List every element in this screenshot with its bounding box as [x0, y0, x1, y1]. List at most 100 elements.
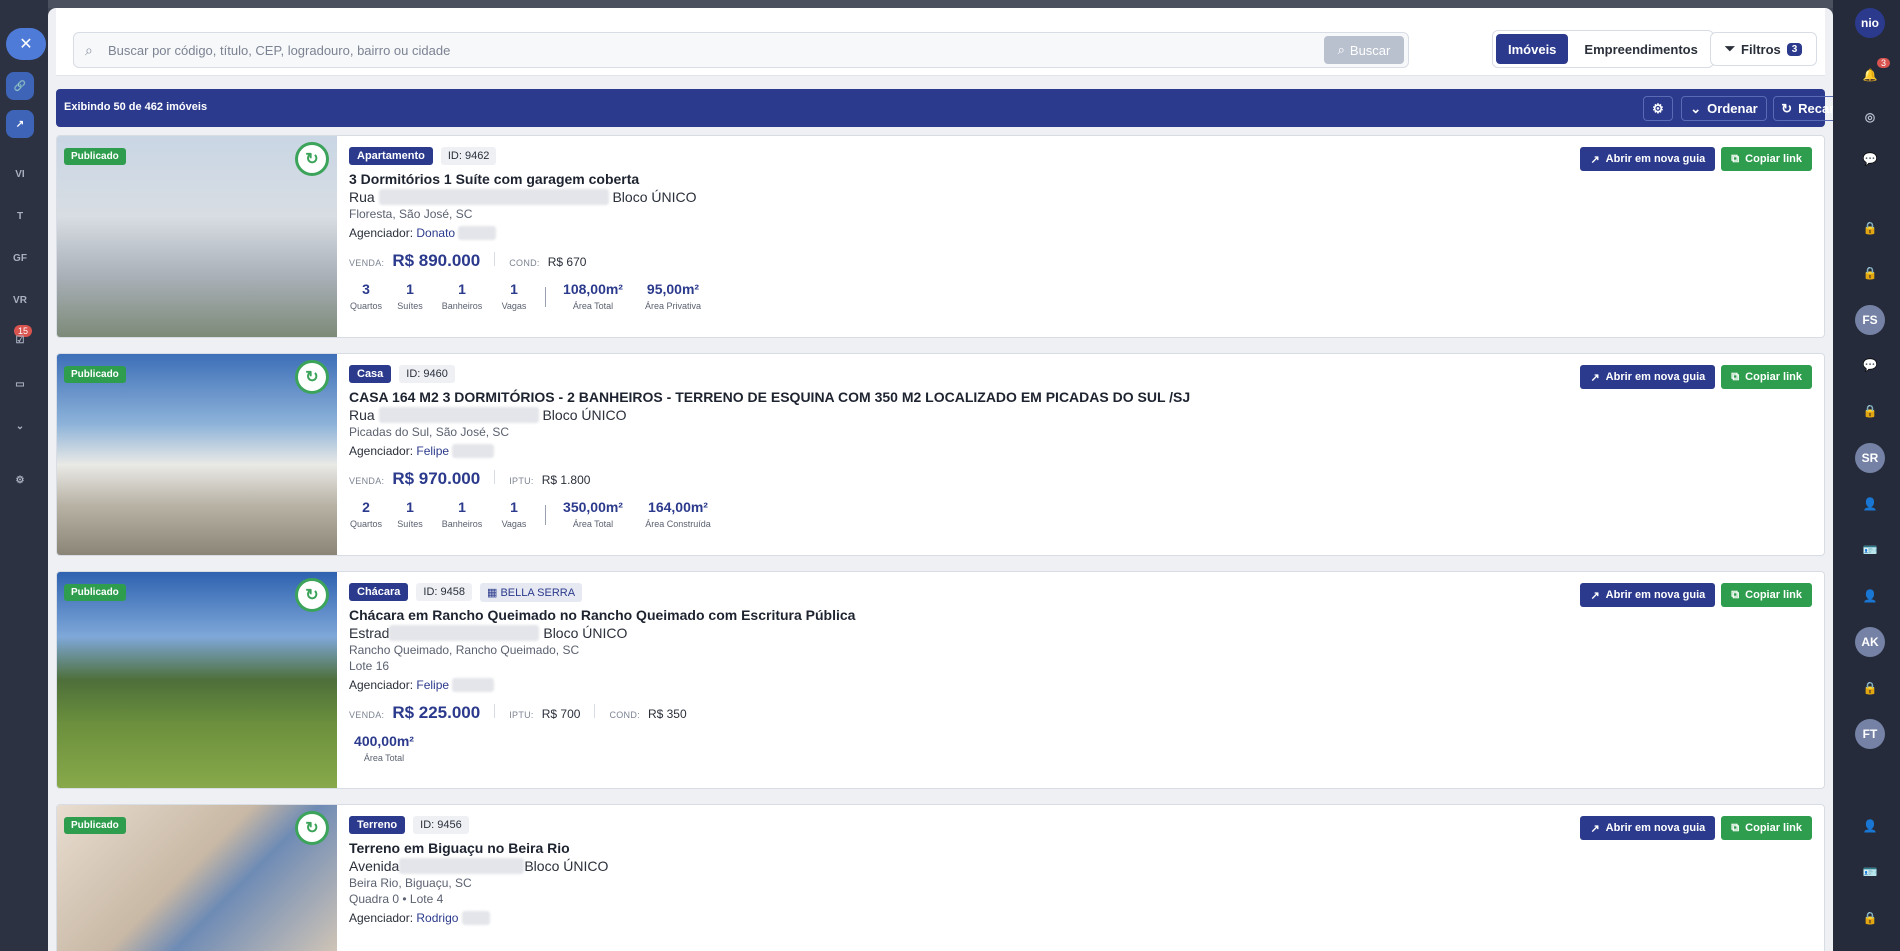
redacted-agent-surname: .: [461, 911, 490, 925]
open-new-tab-button[interactable]: ↗ Abrir em nova guia: [1580, 583, 1716, 607]
copy-icon: ⧉: [1731, 588, 1740, 601]
street-suffix: Bloco ÚNICO: [543, 625, 628, 641]
listing-address: Estrad. Bloco ÚNICO: [349, 625, 1549, 641]
lot-info: Lote 16: [349, 659, 390, 673]
avatar-ft[interactable]: FT: [1855, 719, 1885, 749]
copy-link-button[interactable]: ⧉ Copiar link: [1721, 147, 1812, 171]
contact-icon[interactable]: 👤: [1855, 489, 1885, 519]
open-new-tab-label: Abrir em nova guia: [1605, 371, 1706, 383]
stat-label: Quartos: [349, 519, 382, 529]
photo-avatar-icon[interactable]: 👤: [1855, 811, 1885, 841]
search-input[interactable]: [108, 33, 1208, 67]
street-suffix: Bloco ÚNICO: [612, 189, 697, 205]
lock-icon[interactable]: 🔒: [1855, 258, 1885, 288]
search-icon: ⌕: [85, 42, 93, 58]
message-icon[interactable]: 💬: [1855, 350, 1885, 380]
card-icon[interactable]: ▭: [6, 370, 34, 398]
id-card-icon[interactable]: 🪪: [1855, 535, 1885, 565]
agent-name[interactable]: Donato: [416, 226, 455, 240]
lock-icon[interactable]: 🔒: [1855, 396, 1885, 426]
agent-line: Agenciador: Felipe .: [349, 678, 1549, 692]
lock-icon[interactable]: 🔒: [1855, 673, 1885, 703]
fee-label: IPTU:: [509, 710, 534, 720]
stats-row: 3 Quartos 1 Suítes 1 Banheiros 1 Vagas 108,0…: [349, 281, 1549, 311]
neighborhood: Rancho Queimado, Rancho Queimado, SC: [349, 643, 580, 657]
area-label: Área Total: [363, 753, 405, 763]
copy-link-button[interactable]: ⧉ Copiar link: [1721, 583, 1812, 607]
stat-label: Quartos: [349, 301, 382, 311]
open-new-tab-button[interactable]: ↗ Abrir em nova guia: [1580, 365, 1716, 389]
external-link-icon: ↗: [1590, 371, 1600, 384]
copy-icon: ⧉: [1731, 821, 1740, 834]
avatar-sr[interactable]: SR: [1855, 443, 1885, 473]
agent-name[interactable]: Rodrigo: [416, 911, 458, 925]
order-button[interactable]: ⌄ Ordenar: [1681, 96, 1767, 121]
settings-button[interactable]: ⚙: [1643, 96, 1673, 121]
tasks-icon[interactable]: ☑: [6, 326, 34, 354]
fee-value: R$ 350: [647, 707, 687, 721]
copy-link-button[interactable]: ⧉ Copiar link: [1721, 365, 1812, 389]
chat-icon[interactable]: 💬: [1855, 144, 1885, 174]
close-modal-button[interactable]: ✕: [6, 28, 46, 60]
copy-link-label: Copiar link: [1745, 371, 1802, 383]
property-type-tag: Casa: [349, 365, 392, 383]
tab-empreendimentos[interactable]: Empreendimentos: [1572, 34, 1709, 64]
neighborhood: Floresta, São José, SC: [349, 207, 473, 221]
listing-photo[interactable]: Publicado ↻: [57, 136, 337, 337]
rail-item-4[interactable]: VR: [6, 286, 34, 314]
user-avatar[interactable]: nio: [1855, 8, 1885, 38]
avatar-ak[interactable]: AK: [1855, 627, 1885, 657]
listing-title[interactable]: CASA 164 M2 3 DORMITÓRIOS - 2 BANHEIROS …: [349, 389, 1549, 405]
listing-photo[interactable]: Publicado ↻: [57, 572, 337, 788]
target-icon[interactable]: ◎: [1855, 102, 1885, 132]
property-search-modal: ⌕ ⌕ Buscar Imóveis Empreendimentos ⏷ Fil…: [48, 8, 1833, 951]
results-summary: Exibindo 50 de 462 imóveis: [64, 101, 208, 113]
link-icon[interactable]: 🔗: [6, 72, 34, 100]
price-label: VENDA:: [349, 258, 385, 268]
chevron-down-icon[interactable]: ⌄: [6, 412, 34, 440]
listing-card[interactable]: Publicado ↻ Terreno ID: 9456 Terreno em …: [56, 804, 1825, 951]
street-suffix: Bloco ÚNICO: [524, 858, 609, 874]
lock-icon[interactable]: 🔒: [1855, 213, 1885, 243]
listing-card[interactable]: Publicado ↻ Casa ID: 9460 CASA 164 M2 3 …: [56, 353, 1825, 556]
gear-icon[interactable]: ⚙: [6, 466, 34, 494]
stat-label: Suítes: [397, 301, 423, 311]
score-icon: ↻: [295, 360, 329, 394]
listing-title[interactable]: Terreno em Biguaçu no Beira Rio: [349, 840, 1549, 856]
stat-num: 2: [362, 499, 370, 515]
stat-label: Banheiros: [441, 519, 483, 529]
tab-imoveis[interactable]: Imóveis: [1496, 34, 1569, 64]
id-card-icon[interactable]: 🪪: [1855, 857, 1885, 887]
open-new-tab-button[interactable]: ↗ Abrir em nova guia: [1580, 816, 1716, 840]
external-link-icon: ↗: [1590, 589, 1600, 602]
open-new-tab-button[interactable]: ↗ Abrir em nova guia: [1580, 147, 1716, 171]
reload-button[interactable]: ↻ Recarregar: [1773, 96, 1833, 121]
price-value: R$ 225.000: [392, 703, 481, 722]
photo-avatar-icon[interactable]: 👤: [1855, 581, 1885, 611]
open-new-tab-label: Abrir em nova guia: [1605, 153, 1706, 165]
rail-item-2[interactable]: T: [6, 202, 34, 230]
listing-card[interactable]: Publicado ↻ Apartamento ID: 9462 3 Dormi…: [56, 135, 1825, 338]
copy-link-label: Copiar link: [1745, 153, 1802, 165]
price-row: VENDA: R$ 890.000 COND: R$ 670: [349, 251, 1549, 271]
avatar-fs[interactable]: FS: [1855, 305, 1885, 335]
copy-link-button[interactable]: ⧉ Copiar link: [1721, 816, 1812, 840]
area-num: 108,00m²: [563, 281, 623, 297]
listing-title[interactable]: Chácara em Rancho Queimado no Rancho Que…: [349, 607, 1549, 623]
rail-item-1[interactable]: VI: [6, 160, 34, 188]
close-icon: ✕: [19, 36, 33, 53]
rail-item-3[interactable]: GF: [6, 244, 34, 272]
filters-button[interactable]: ⏷ Filtros 3: [1710, 32, 1817, 66]
listing-photo[interactable]: Publicado ↻: [57, 354, 337, 555]
agent-name[interactable]: Felipe: [416, 678, 449, 692]
price-label: VENDA:: [349, 476, 385, 486]
listing-photo[interactable]: Publicado ↻: [57, 805, 337, 951]
area-num: 95,00m²: [646, 281, 700, 297]
search-button[interactable]: ⌕ Buscar: [1324, 36, 1404, 64]
external-link-icon[interactable]: ↗: [6, 110, 34, 138]
property-id: ID: 9456: [413, 816, 469, 834]
listing-title[interactable]: 3 Dormitórios 1 Suíte com garagem cobert…: [349, 171, 1549, 187]
agent-name[interactable]: Felipe: [416, 444, 449, 458]
listing-card[interactable]: Publicado ↻ Chácara ID: 9458 ▦ BELLA SER…: [56, 571, 1825, 789]
lock-icon[interactable]: 🔒: [1855, 903, 1885, 933]
